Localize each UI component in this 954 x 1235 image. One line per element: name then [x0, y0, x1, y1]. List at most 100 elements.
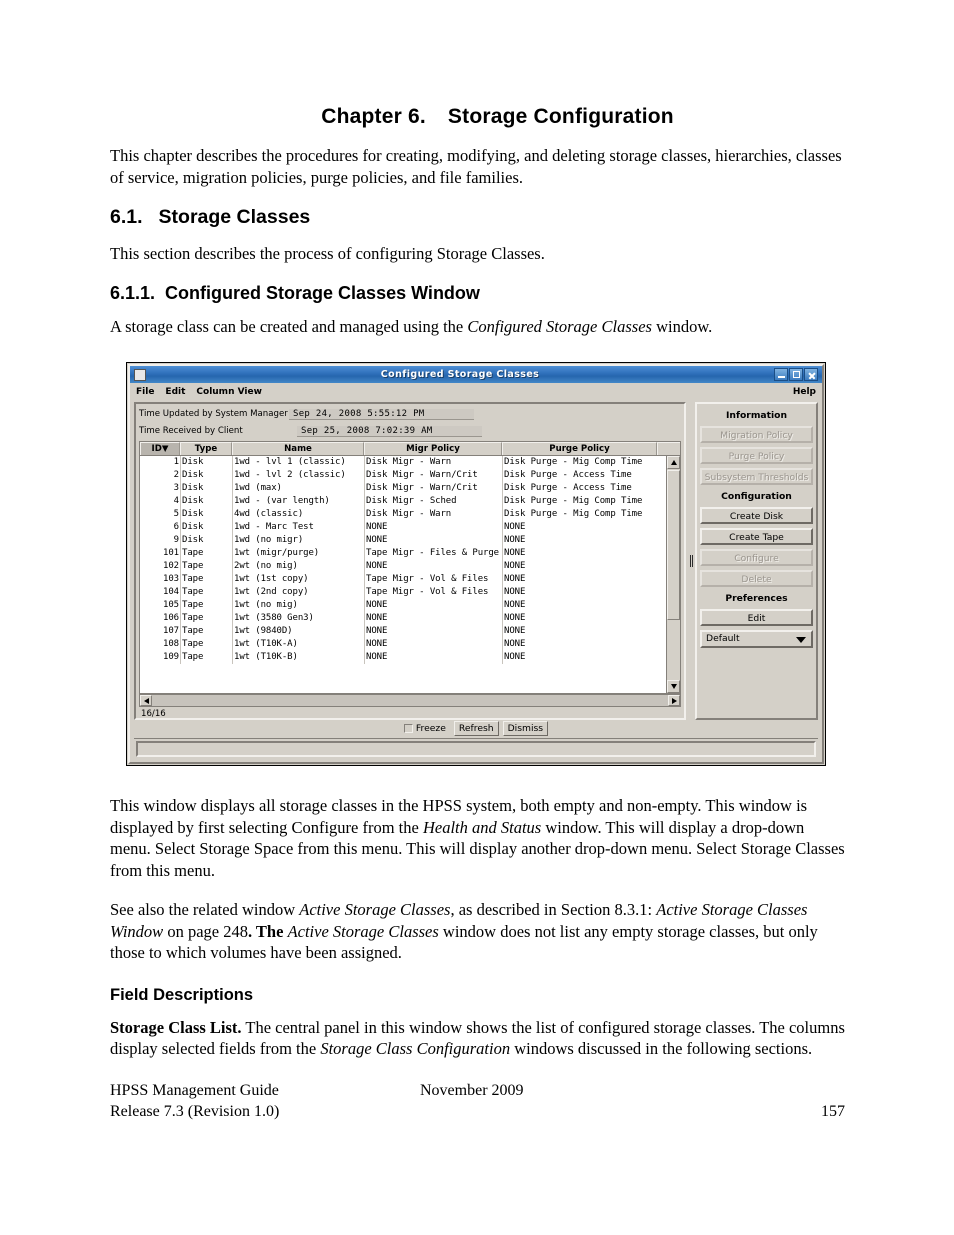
freeze-checkbox[interactable] [403, 723, 413, 733]
cell-purge-policy: NONE [502, 599, 657, 612]
table-row[interactable]: 101 Tape 1wt (migr/purge) Tape Migr - Files… [140, 547, 666, 560]
footer-guide-title: HPSS Management Guide [110, 1082, 279, 1099]
preferences-select[interactable]: Default [700, 630, 813, 648]
scroll-left-button[interactable] [140, 695, 152, 706]
see-also-a: See also the related window [110, 900, 300, 919]
refresh-button[interactable]: Refresh [453, 720, 499, 736]
scroll-up-button[interactable] [667, 456, 680, 469]
titlebar-buttons [774, 368, 818, 381]
table-row[interactable]: 1 Disk 1wd - lvl 1 (classic) Disk Migr - Wa… [140, 456, 666, 469]
subsystem-thresholds-button[interactable]: Subsystem Thresholds [700, 468, 813, 485]
create-tape-button[interactable]: Create Tape [700, 528, 813, 545]
arrow-left-icon [143, 698, 149, 704]
cell-type: Tape [180, 638, 232, 651]
time-received-row: Time Received by Client Sep 25, 2008 7:0… [139, 424, 681, 438]
dismiss-button[interactable]: Dismiss [502, 720, 549, 736]
cell-migr-policy: Disk Migr - Warn/Crit [364, 482, 502, 495]
column-header-name[interactable]: Name [232, 442, 364, 455]
configure-button[interactable]: Configure [700, 549, 813, 566]
cell-name: 1wt (3580 Gen3) [232, 612, 364, 625]
cell-migr-policy: NONE [364, 599, 502, 612]
table-vertical-scrollbar[interactable] [666, 456, 680, 693]
cell-name: 1wd - lvl 2 (classic) [232, 469, 364, 482]
scroll-down-button[interactable] [667, 680, 680, 693]
menu-item-edit[interactable]: Edit [165, 387, 185, 397]
table-row[interactable]: 108 Tape 1wt (T10K-A) NONE NONE [140, 638, 666, 651]
edit-preferences-button[interactable]: Edit [700, 609, 813, 626]
table-row[interactable]: 102 Tape 2wt (no mig) NONE NONE [140, 560, 666, 573]
cell-migr-policy: NONE [364, 638, 502, 651]
cell-migr-policy: Disk Migr - Sched [364, 495, 502, 508]
column-header-type[interactable]: Type [180, 442, 232, 455]
window-status-bar [136, 741, 816, 757]
close-icon[interactable] [804, 368, 818, 381]
table-row[interactable]: 9 Disk 1wd (no migr) NONE NONE [140, 534, 666, 547]
table-row[interactable]: 4 Disk 1wd - (var length) Disk Migr - Sched… [140, 495, 666, 508]
footer-row-bottom: Release 7.3 (Revision 1.0) 157 [110, 1101, 845, 1122]
cell-id: 106 [163, 613, 179, 623]
minimize-icon[interactable] [774, 368, 788, 381]
cell-type: Tape [180, 651, 232, 664]
maximize-icon[interactable] [789, 368, 803, 381]
cell-id: 104 [163, 587, 179, 597]
table-row[interactable]: 2 Disk 1wd - lvl 2 (classic) Disk Migr - Wa… [140, 469, 666, 482]
column-header-id[interactable]: ID▼ [140, 442, 180, 455]
time-updated-value: Sep 24, 2008 5:55:12 PM [289, 408, 474, 420]
table-row[interactable]: 103 Tape 1wt (1st copy) Tape Migr - Vol & F… [140, 573, 666, 586]
cell-name: 2wt (no mig) [232, 560, 364, 573]
vertical-scroll-thumb[interactable] [667, 470, 680, 620]
scroll-right-button[interactable] [668, 695, 680, 706]
table-row[interactable]: 5 Disk 4wd (classic) Disk Migr - Warn Disk P… [140, 508, 666, 521]
window-menubar: File Edit Column View Help [130, 383, 822, 400]
table-row[interactable]: 3 Disk 1wd (max) Disk Migr - Warn/Crit Disk … [140, 482, 666, 495]
freeze-checkbox-wrapper[interactable]: Freeze [403, 722, 446, 734]
timestamp-fields: Time Updated by System Manager Sep 24, 2… [139, 407, 681, 441]
table-rows-container: 1 Disk 1wd - lvl 1 (classic) Disk Migr - Wa… [140, 456, 666, 664]
cell-name: 1wd - Marc Test [232, 521, 364, 534]
side-button-panel: Information Migration Policy Purge Polic… [695, 402, 818, 720]
cell-type: Disk [180, 534, 232, 547]
window-titlebar[interactable]: Configured Storage Classes [130, 366, 822, 383]
table-row[interactable]: 109 Tape 1wt (T10K-B) NONE NONE [140, 651, 666, 664]
cell-type: Disk [180, 469, 232, 482]
cell-migr-policy: Tape Migr - Vol & Files [364, 573, 502, 586]
cell-purge-policy: Disk Purge - Access Time [502, 469, 657, 482]
table-row[interactable]: 6 Disk 1wd - Marc Test NONE NONE [140, 521, 666, 534]
time-received-label: Time Received by Client [139, 426, 243, 436]
column-header-purge-policy[interactable]: Purge Policy [502, 442, 657, 455]
freeze-label: Freeze [415, 722, 446, 734]
column-header-id-label: ID [151, 444, 162, 454]
split-pane-divider[interactable] [688, 402, 694, 720]
table-row[interactable]: 107 Tape 1wt (9840D) NONE NONE [140, 625, 666, 638]
purge-policy-button[interactable]: Purge Policy [700, 447, 813, 464]
time-received-value: Sep 25, 2008 7:02:39 AM [297, 425, 482, 437]
table-row[interactable]: 106 Tape 1wt (3580 Gen3) NONE NONE [140, 612, 666, 625]
arrow-right-icon [672, 698, 677, 704]
cell-type: Disk [180, 521, 232, 534]
storage-class-list-panel: Time Updated by System Manager Sep 24, 2… [134, 402, 686, 720]
cell-type: Tape [180, 547, 232, 560]
sort-descending-icon: ▼ [161, 444, 169, 454]
window-icon[interactable] [134, 368, 146, 381]
cell-type: Disk [180, 482, 232, 495]
cell-type: Disk [180, 495, 232, 508]
column-header-migr-policy[interactable]: Migr Policy [364, 442, 502, 455]
menu-item-help[interactable]: Help [793, 387, 816, 397]
storage-class-list-italic: Storage Class Configuration [320, 1039, 511, 1058]
migration-policy-button[interactable]: Migration Policy [700, 426, 813, 443]
menu-item-file[interactable]: File [136, 387, 154, 397]
section-heading-6-1: 6.1. Storage Classes [110, 206, 845, 229]
window-frame: Configured Storage Classes File Edit Col… [128, 364, 824, 764]
menu-item-column-view[interactable]: Column View [196, 387, 262, 397]
table-row[interactable]: 105 Tape 1wt (no mig) NONE NONE [140, 599, 666, 612]
delete-button[interactable]: Delete [700, 570, 813, 587]
cell-id: 107 [163, 626, 179, 636]
time-updated-row: Time Updated by System Manager Sep 24, 2… [139, 407, 681, 421]
table-horizontal-scrollbar[interactable] [139, 694, 681, 707]
subsection-text-a: A storage class can be created and manag… [110, 316, 468, 336]
cell-purge-policy: Disk Purge - Mig Comp Time [502, 495, 657, 508]
create-disk-button[interactable]: Create Disk [700, 507, 813, 524]
chapter-title: Chapter 6. Storage Configuration [110, 105, 845, 129]
table-row[interactable]: 104 Tape 1wt (2nd copy) Tape Migr - Vol & F… [140, 586, 666, 599]
window-description-paragraph: This window displays all storage classes… [110, 795, 845, 881]
